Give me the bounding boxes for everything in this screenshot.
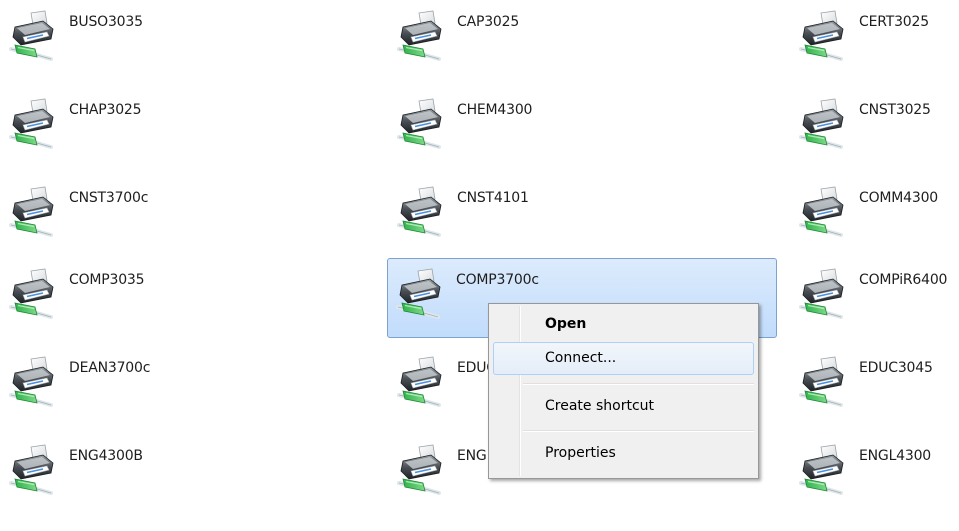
printer-label: EDUC3045 [859, 360, 933, 376]
menu-item-label: Properties [545, 445, 616, 461]
printer-item-cnst3025[interactable]: CNST3025 [790, 88, 959, 168]
network-printer-icon [797, 185, 847, 237]
network-printer-icon [797, 97, 847, 149]
printer-item-chap3025[interactable]: CHAP3025 [0, 88, 390, 168]
menu-separator [523, 383, 754, 385]
printer-label: CNST3700c [69, 190, 149, 206]
network-printer-icon [395, 355, 445, 407]
context-menu: Open Connect... Create shortcut Properti… [488, 303, 759, 479]
printer-item-engl4300[interactable]: ENGL4300 [790, 434, 959, 514]
network-printer-icon [7, 97, 57, 149]
printer-label: CERT3025 [859, 14, 929, 30]
printer-label: CNST4101 [457, 190, 529, 206]
printer-item-cap3025[interactable]: CAP3025 [388, 0, 778, 80]
printer-item-cnst3700c[interactable]: CNST3700c [0, 176, 390, 256]
network-printer-icon [797, 9, 847, 61]
network-printer-icon [7, 185, 57, 237]
network-printer-icon [394, 267, 444, 319]
network-printer-icon [797, 355, 847, 407]
menu-item-connect[interactable]: Connect... [493, 342, 754, 375]
printer-label: ENGL4300 [859, 448, 931, 464]
printer-list-view: BUSO3035 CAP3025 CERT3025 CHAP3025 CHEM4… [0, 0, 959, 531]
menu-item-label: Create shortcut [545, 398, 655, 414]
printer-label: COMM4300 [859, 190, 938, 206]
network-printer-icon [7, 443, 57, 495]
printer-label: ENG4300B [69, 448, 143, 464]
network-printer-icon [395, 9, 445, 61]
menu-separator [523, 430, 754, 432]
network-printer-icon [395, 443, 445, 495]
printer-item-chem4300[interactable]: CHEM4300 [388, 88, 778, 168]
menu-item-create-shortcut[interactable]: Create shortcut [493, 390, 754, 423]
printer-item-dean3700c[interactable]: DEAN3700c [0, 346, 390, 426]
network-printer-icon [7, 355, 57, 407]
network-printer-icon [7, 9, 57, 61]
printer-label: BUSO3035 [69, 14, 143, 30]
menu-item-open[interactable]: Open [493, 308, 754, 341]
network-printer-icon [797, 443, 847, 495]
menu-item-label: Connect... [545, 350, 617, 366]
printer-label: COMP3035 [69, 272, 145, 288]
printer-item-buso3035[interactable]: BUSO3035 [0, 0, 390, 80]
printer-item-educ3045[interactable]: EDUC3045 [790, 346, 959, 426]
menu-item-label: Open [545, 316, 587, 332]
printer-item-comp3035[interactable]: COMP3035 [0, 258, 390, 338]
printer-item-cnst4101[interactable]: CNST4101 [388, 176, 778, 256]
printer-item-compir6400[interactable]: COMPiR6400 [790, 258, 959, 338]
printer-label: CHAP3025 [69, 102, 142, 118]
network-printer-icon [395, 97, 445, 149]
printer-item-eng4300b[interactable]: ENG4300B [0, 434, 390, 514]
printer-item-comm4300[interactable]: COMM4300 [790, 176, 959, 256]
network-printer-icon [7, 267, 57, 319]
printer-label: CAP3025 [457, 14, 520, 30]
printer-label: COMP3700c [456, 272, 539, 288]
printer-label: CNST3025 [859, 102, 931, 118]
menu-item-properties[interactable]: Properties [493, 437, 754, 470]
printer-label: DEAN3700c [69, 360, 151, 376]
printer-label: CHEM4300 [457, 102, 533, 118]
network-printer-icon [797, 267, 847, 319]
printer-label: COMPiR6400 [859, 272, 948, 288]
printer-item-cert3025[interactable]: CERT3025 [790, 0, 959, 80]
network-printer-icon [395, 185, 445, 237]
